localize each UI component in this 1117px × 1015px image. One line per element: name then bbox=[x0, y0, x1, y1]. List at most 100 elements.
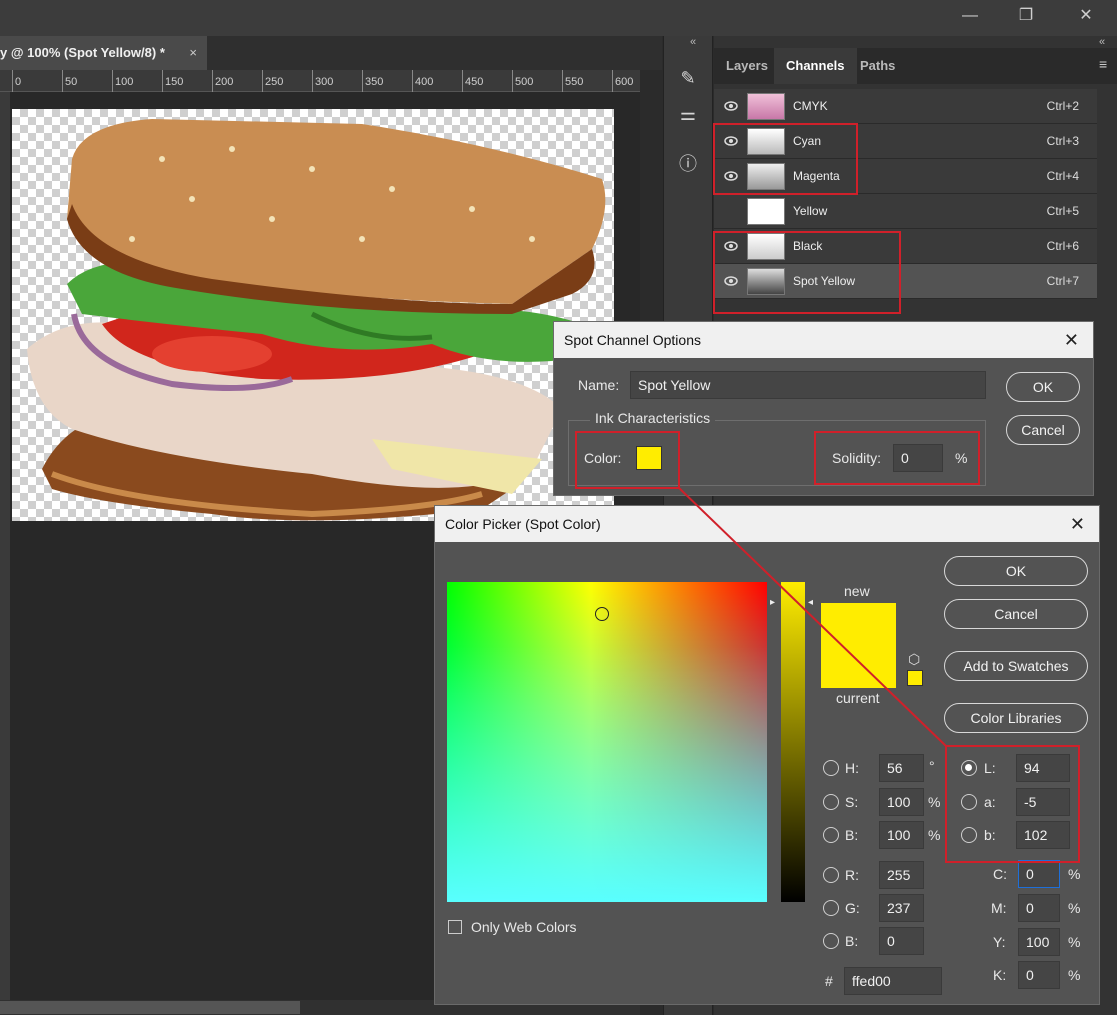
ruler-tick-line bbox=[162, 70, 163, 92]
gamut-swatch[interactable] bbox=[907, 670, 923, 686]
color-field[interactable] bbox=[447, 582, 767, 902]
blue-input[interactable]: 0 bbox=[879, 927, 924, 955]
y-input[interactable]: 100 bbox=[1018, 928, 1060, 956]
channel-thumbnail bbox=[747, 93, 785, 120]
current-color-swatch[interactable] bbox=[821, 646, 896, 688]
g-label: G: bbox=[845, 900, 860, 916]
m-input[interactable]: 0 bbox=[1018, 894, 1060, 922]
tab-paths[interactable]: Paths bbox=[848, 48, 907, 84]
m-label: M: bbox=[991, 900, 1007, 916]
radio-g[interactable] bbox=[823, 900, 839, 916]
highlight-cyan-magenta bbox=[713, 123, 858, 195]
channel-name: Yellow bbox=[793, 204, 828, 218]
r-label: R: bbox=[845, 867, 859, 883]
ruler-tick-label: 450 bbox=[465, 76, 484, 88]
blue-label: B: bbox=[845, 933, 859, 949]
horizontal-scrollbar-thumb[interactable] bbox=[0, 1001, 300, 1014]
ruler-tick-label: 350 bbox=[365, 76, 384, 88]
radio-h[interactable] bbox=[823, 760, 839, 776]
g-input[interactable]: 237 bbox=[879, 894, 924, 922]
ruler-tick-label: 0 bbox=[15, 76, 22, 88]
document-tab-close-icon[interactable]: × bbox=[189, 36, 197, 70]
eye-icon[interactable] bbox=[724, 99, 738, 113]
channel-row-cmyk[interactable]: CMYK Ctrl+2 bbox=[714, 89, 1097, 124]
s-label: S: bbox=[845, 794, 859, 810]
ruler-tick-label: 500 bbox=[515, 76, 534, 88]
h-unit: ° bbox=[929, 758, 935, 774]
sandwich-image bbox=[27, 119, 606, 521]
channel-shortcut: Ctrl+7 bbox=[1046, 274, 1079, 288]
radio-brightness[interactable] bbox=[823, 827, 839, 843]
ruler-tick-label: 200 bbox=[215, 76, 234, 88]
tab-channels[interactable]: Channels bbox=[774, 48, 857, 84]
minimize-button[interactable]: — bbox=[950, 4, 990, 28]
dialog-close-icon[interactable]: ✕ bbox=[1070, 506, 1085, 542]
s-input[interactable]: 100 bbox=[879, 788, 924, 816]
h-label: H: bbox=[845, 760, 859, 776]
ruler-tick-line bbox=[262, 70, 263, 92]
radio-blue[interactable] bbox=[823, 933, 839, 949]
channel-shortcut: Ctrl+5 bbox=[1046, 204, 1079, 218]
brightness-input[interactable]: 100 bbox=[879, 821, 924, 849]
window-close-button[interactable]: ✕ bbox=[1066, 4, 1106, 28]
panel-menu-icon[interactable]: ≡ bbox=[1099, 56, 1107, 72]
h-input[interactable]: 56 bbox=[879, 754, 924, 782]
slider-right-arrow-icon[interactable]: ◂ bbox=[808, 597, 813, 608]
info-icon[interactable]: ⓘ bbox=[676, 152, 700, 176]
only-web-colors-label: Only Web Colors bbox=[471, 919, 577, 935]
slider-left-arrow-icon[interactable]: ▸ bbox=[770, 597, 775, 608]
color-libraries-button[interactable]: Color Libraries bbox=[944, 703, 1088, 733]
maximize-button[interactable]: ❐ bbox=[1006, 4, 1046, 28]
add-to-swatches-button[interactable]: Add to Swatches bbox=[944, 651, 1088, 681]
k-input[interactable]: 0 bbox=[1018, 961, 1060, 989]
c-unit: % bbox=[1068, 866, 1081, 882]
tab-strip bbox=[207, 36, 662, 70]
c-label: C: bbox=[993, 866, 1007, 882]
radio-s[interactable] bbox=[823, 794, 839, 810]
cancel-button[interactable]: Cancel bbox=[1006, 415, 1080, 445]
channel-name: CMYK bbox=[793, 99, 828, 113]
radio-r[interactable] bbox=[823, 867, 839, 883]
ruler-tick-line bbox=[562, 70, 563, 92]
r-input[interactable]: 255 bbox=[879, 861, 924, 889]
ruler-tick-line bbox=[512, 70, 513, 92]
dialog-close-icon[interactable]: ✕ bbox=[1064, 322, 1079, 358]
document-tab[interactable]: y @ 100% (Spot Yellow/8) * × bbox=[0, 36, 207, 70]
ruler-tick-line bbox=[412, 70, 413, 92]
panel-collapse-icon[interactable]: « bbox=[690, 36, 696, 48]
channel-row-yellow[interactable]: Yellow Ctrl+5 bbox=[714, 194, 1097, 229]
vertical-ruler bbox=[0, 92, 10, 1000]
only-web-colors-checkbox[interactable] bbox=[448, 920, 462, 934]
hex-input[interactable]: ffed00 bbox=[844, 967, 942, 995]
adjustments-icon[interactable]: ⚌ bbox=[676, 102, 700, 126]
c-input[interactable]: 0 bbox=[1018, 860, 1060, 888]
color-field-cursor[interactable] bbox=[595, 607, 609, 621]
ruler-tick-line bbox=[462, 70, 463, 92]
name-label: Name: bbox=[578, 377, 620, 393]
cancel-button[interactable]: Cancel bbox=[944, 599, 1088, 629]
m-unit: % bbox=[1068, 900, 1081, 916]
ok-button[interactable]: OK bbox=[1006, 372, 1080, 402]
panel-collapse-right-icon[interactable]: « bbox=[1099, 36, 1105, 48]
s-unit: % bbox=[928, 794, 941, 810]
ruler-tick-label: 50 bbox=[65, 76, 78, 88]
name-input[interactable]: Spot Yellow bbox=[630, 371, 986, 399]
ruler-tick-line bbox=[312, 70, 313, 92]
ruler-tick-line bbox=[362, 70, 363, 92]
brush-settings-icon[interactable]: ✎ bbox=[676, 66, 700, 90]
highlight-solidity bbox=[814, 431, 980, 485]
ruler-tick-line bbox=[12, 70, 13, 92]
brightness-label: B: bbox=[845, 827, 859, 843]
highlight-black-spot bbox=[713, 231, 901, 314]
ruler-tick-label: 250 bbox=[265, 76, 284, 88]
k-label: K: bbox=[993, 967, 1007, 983]
ok-button[interactable]: OK bbox=[944, 556, 1088, 586]
new-color-swatch bbox=[821, 603, 896, 646]
tab-layers[interactable]: Layers bbox=[714, 48, 780, 84]
out-of-gamut-cube-icon[interactable]: ⬡ bbox=[908, 651, 920, 668]
ruler-tick-label: 150 bbox=[165, 76, 184, 88]
document-tab-title: y @ 100% (Spot Yellow/8) * bbox=[0, 45, 165, 60]
highlight-color bbox=[575, 431, 680, 489]
new-label: new bbox=[844, 583, 870, 599]
hue-slider[interactable] bbox=[781, 582, 805, 902]
